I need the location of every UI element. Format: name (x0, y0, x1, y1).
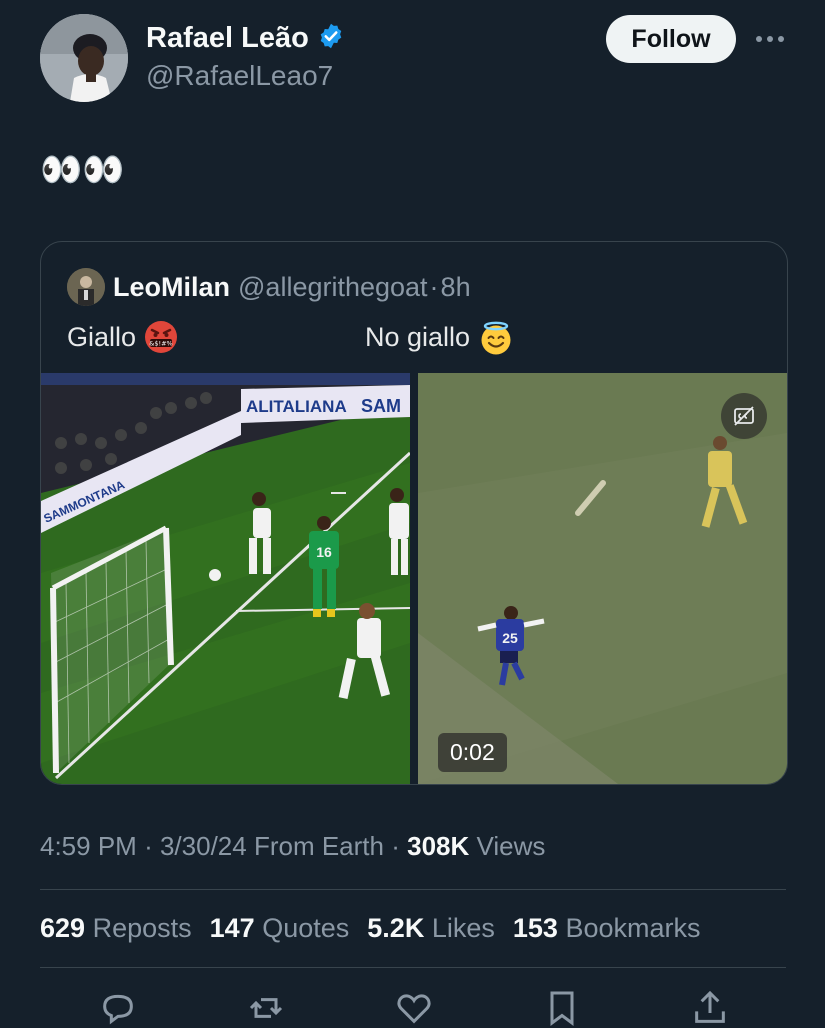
tweet-text: 👀👀 (40, 151, 125, 189)
quoted-caption-left: Giallo &$!#% (67, 320, 178, 354)
quoted-tweet-header: LeoMilan @allegrithegoat · 8h (67, 268, 471, 306)
tweet-source: From Earth (253, 831, 384, 861)
tweet-time[interactable]: 4:59 PM (40, 831, 137, 861)
more-icon[interactable] (752, 24, 788, 54)
views-label: Views (476, 831, 546, 861)
tweet-stats: 629 Reposts 147 Quotes 5.2K Likes 153 Bo… (40, 913, 701, 944)
views-count: 308K (407, 831, 470, 861)
ad-board-alitaliana: ALITALIANA (246, 397, 347, 416)
repost-icon[interactable] (246, 988, 286, 1028)
author-handle[interactable]: @RafaelLeao7 (146, 60, 333, 92)
quoted-caption-right: No giallo (365, 320, 512, 355)
quoted-author-avatar[interactable] (67, 268, 105, 306)
angry-face-icon: &$!#% (144, 320, 178, 354)
author-avatar[interactable] (40, 14, 128, 102)
divider-bottom (40, 967, 786, 968)
quoted-media-left[interactable]: ALITALIANA SAM SAMMONTANA 16 (41, 373, 410, 784)
verified-badge-icon (317, 22, 345, 55)
quoted-time[interactable]: 8h (441, 272, 471, 303)
share-icon[interactable] (690, 988, 730, 1028)
caption-giallo: Giallo (67, 321, 137, 352)
video-player-number: 25 (502, 630, 518, 646)
divider-top (40, 889, 786, 890)
caption-no-giallo: No giallo (365, 321, 471, 352)
follow-button[interactable]: Follow (606, 15, 736, 63)
tweet-date[interactable]: 3/30/24 (160, 831, 247, 861)
stat-reposts[interactable]: 629 Reposts (40, 913, 192, 944)
like-icon[interactable] (394, 988, 434, 1028)
player-number-16: 16 (316, 544, 332, 560)
quoted-media-video[interactable]: 25 0:02 (418, 373, 787, 784)
halo-face-icon (478, 320, 512, 355)
video-duration: 0:02 (438, 733, 507, 772)
meta-separator-2: · (391, 831, 400, 861)
captions-off-icon[interactable] (721, 393, 767, 439)
svg-text:&$!#%: &$!#% (149, 340, 172, 348)
quoted-author-name[interactable]: LeoMilan (113, 272, 230, 303)
tweet-meta: 4:59 PM · 3/30/24 From Earth · 308K View… (40, 831, 545, 862)
reply-icon[interactable] (98, 988, 138, 1028)
stat-bookmarks[interactable]: 153 Bookmarks (513, 913, 701, 944)
bookmark-icon[interactable] (542, 988, 582, 1028)
ad-board-sam: SAM (361, 396, 401, 416)
quoted-author-handle[interactable]: @allegrithegoat (238, 272, 428, 303)
stat-likes[interactable]: 5.2K Likes (367, 913, 495, 944)
action-bar (0, 988, 825, 1026)
quoted-tweet-card[interactable]: LeoMilan @allegrithegoat · 8h Giallo &$!… (40, 241, 788, 785)
stat-quotes[interactable]: 147 Quotes (210, 913, 350, 944)
author-name[interactable]: Rafael Leão (146, 22, 309, 55)
author-name-row: Rafael Leão (146, 22, 345, 55)
meta-separator-1: · (144, 831, 153, 861)
quoted-separator: · (429, 271, 439, 302)
